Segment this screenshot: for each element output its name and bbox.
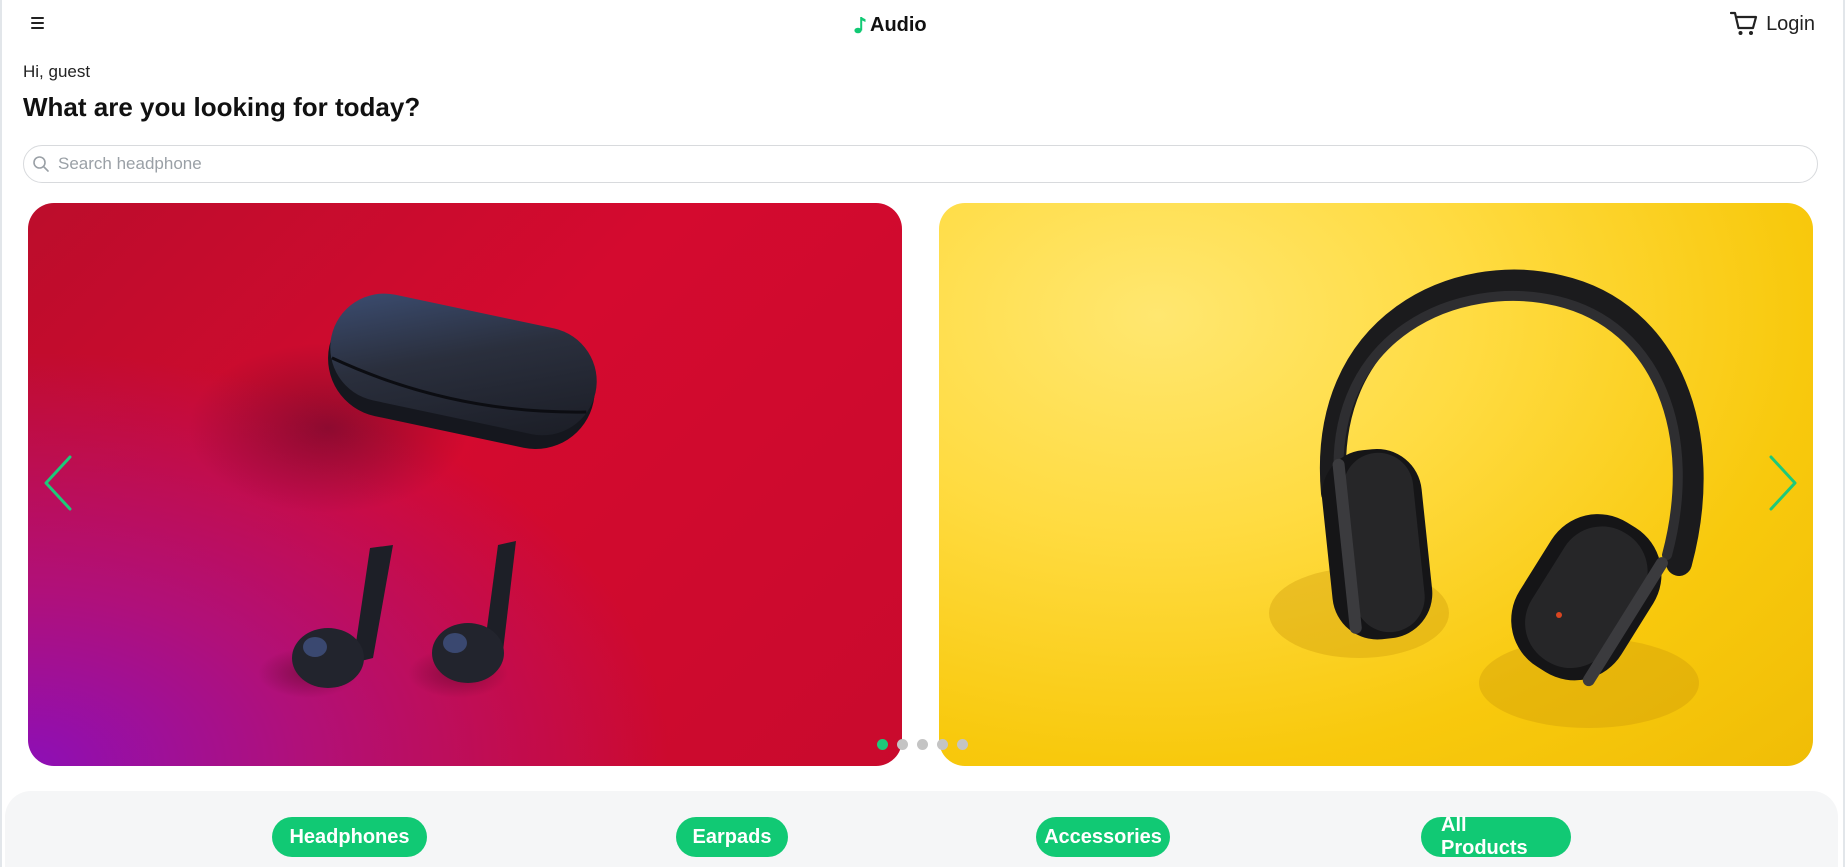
menu-icon[interactable] (27, 12, 49, 34)
slide-headphones[interactable] (939, 203, 1813, 766)
slide-earbuds[interactable] (28, 203, 902, 766)
search-bar[interactable] (23, 145, 1818, 183)
greeting-text: Hi, guest (23, 62, 91, 81)
carousel-dot-2[interactable] (897, 739, 908, 750)
carousel-dot-1[interactable] (877, 739, 888, 750)
cart-icon (1730, 11, 1758, 35)
hero-carousel (28, 203, 1813, 766)
search-input[interactable] (58, 154, 1758, 174)
headphones-image (1269, 269, 1704, 728)
carousel-dot-3[interactable] (917, 739, 928, 750)
top-bar: Audio Login (0, 0, 1845, 50)
brand-name: Audio (870, 13, 927, 36)
login-link[interactable]: Login (1766, 13, 1815, 36)
earbuds-image (188, 293, 597, 698)
page-title: What are you looking for today? (23, 92, 421, 122)
carousel-dot-5[interactable] (957, 739, 968, 750)
carousel-dots (877, 739, 968, 750)
category-accessories-button[interactable]: Accessories (1036, 817, 1170, 857)
carousel-next-button[interactable] (1765, 453, 1801, 513)
category-all-products-button[interactable]: All Products (1421, 814, 1571, 859)
category-earpads-button[interactable]: Earpads (676, 817, 788, 857)
music-note-icon (854, 17, 866, 34)
carousel-prev-button[interactable] (40, 453, 76, 513)
chevron-left-icon (44, 455, 72, 511)
carousel-dot-4[interactable] (937, 739, 948, 750)
brand-logo[interactable]: Audio (854, 13, 927, 37)
search-icon (33, 156, 49, 172)
cart-login-button[interactable]: Login (1730, 10, 1815, 38)
category-headphones-button[interactable]: Headphones (272, 817, 427, 857)
chevron-right-icon (1769, 455, 1797, 511)
category-bar: Headphones Earpads Accessories All Produ… (5, 791, 1838, 867)
